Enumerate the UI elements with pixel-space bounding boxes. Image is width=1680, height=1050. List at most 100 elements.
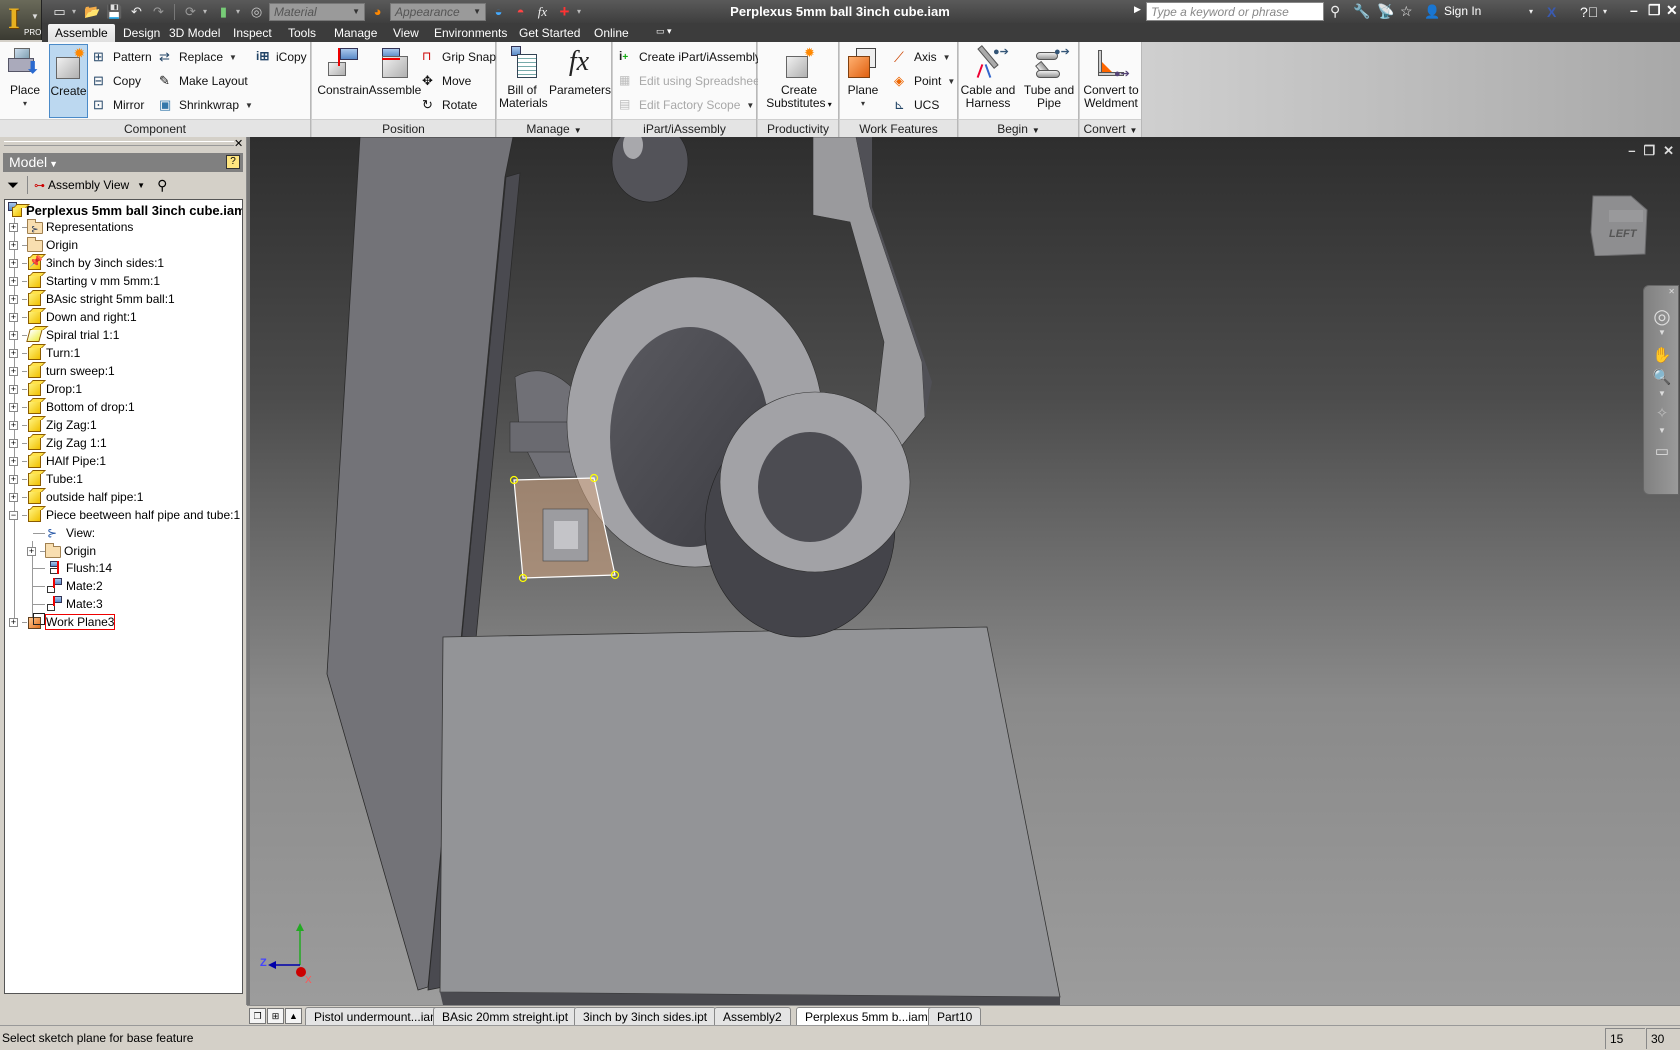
browser-close-icon[interactable]: ✕: [234, 137, 243, 150]
expand-icon[interactable]: +: [9, 258, 18, 268]
tab-environments[interactable]: Environments: [427, 24, 514, 42]
tree-item[interactable]: + Zig Zag 1:1: [9, 434, 107, 452]
tree-item[interactable]: + turn sweep:1: [9, 362, 115, 380]
tile-windows-icon[interactable]: ⊞: [267, 1008, 284, 1024]
document-tab[interactable]: Perplexus 5mm b...iam⊠: [796, 1007, 950, 1027]
expand-icon[interactable]: +: [9, 402, 18, 412]
create-button[interactable]: ✹ Create: [49, 44, 88, 118]
grip-snap-button[interactable]: ⊓ Grip Snap: [422, 47, 496, 67]
zoom-icon[interactable]: 🔍: [1652, 368, 1672, 388]
tree-item[interactable]: + Tube:1: [9, 470, 83, 488]
tree-item[interactable]: + ⊱ Representations: [9, 218, 133, 236]
edit-spreadsheet-button[interactable]: ▦ Edit using Spreadsheet: [619, 71, 763, 91]
parameters-fx-icon[interactable]: fx: [533, 3, 552, 21]
tree-item[interactable]: + Origin: [9, 236, 78, 254]
tab-design[interactable]: Design: [116, 24, 167, 42]
filter-icon[interactable]: ⏷: [7, 177, 19, 194]
edit-factory-scope-button[interactable]: ▤ Edit Factory Scope ▼: [619, 95, 754, 115]
expand-icon[interactable]: +: [9, 222, 18, 232]
tree-child-view[interactable]: ⊱ View:: [47, 524, 95, 542]
create-ipart-button[interactable]: i+ Create iPart/iAssembly: [619, 47, 761, 67]
expand-search-icon[interactable]: ▶: [1134, 4, 1141, 15]
expand-icon[interactable]: +: [9, 384, 18, 394]
appearance-combo[interactable]: Appearance ▼: [390, 2, 486, 21]
model-browser-header[interactable]: Model ▼ ?: [3, 153, 243, 172]
expand-icon[interactable]: +: [9, 617, 18, 627]
panel-manage-title[interactable]: Manage ▼: [497, 119, 611, 137]
open-documents-menu-icon[interactable]: ▲: [285, 1008, 302, 1024]
subscription-key-icon[interactable]: 🔧: [1353, 2, 1370, 21]
tab-assemble[interactable]: Assemble: [48, 24, 115, 42]
expand-icon[interactable]: +: [9, 420, 18, 430]
redo-icon[interactable]: ↷: [149, 3, 168, 21]
copy-button[interactable]: ⊟ Copy: [93, 71, 141, 91]
find-binoculars-icon[interactable]: ⚲: [157, 177, 167, 194]
shrinkwrap-button[interactable]: ▣ Shrinkwrap ▼: [159, 95, 253, 115]
material-icon[interactable]: ◎: [247, 3, 266, 21]
move-button[interactable]: ✥ Move: [422, 71, 471, 91]
tab-manage[interactable]: Manage: [327, 24, 384, 42]
expand-icon[interactable]: +: [9, 348, 18, 358]
viewport-restore-icon[interactable]: ❐: [1643, 143, 1655, 159]
parameters-button[interactable]: fx Parameters: [549, 44, 611, 118]
expand-icon[interactable]: +: [9, 474, 18, 484]
tree-item[interactable]: + Bottom of drop:1: [9, 398, 135, 416]
tree-child-mate-2[interactable]: Mate:2: [47, 577, 103, 595]
document-tab[interactable]: 3inch by 3inch sides.ipt: [574, 1007, 717, 1026]
viewport-close-icon[interactable]: ✕: [1663, 143, 1674, 159]
tree-item-work-plane3[interactable]: + Work Plane3: [9, 613, 116, 631]
tree-item[interactable]: + HAlf Pipe:1: [9, 452, 106, 470]
communication-center-icon[interactable]: 📡: [1377, 2, 1394, 21]
restore-icon[interactable]: ❐: [1648, 2, 1661, 19]
expand-icon[interactable]: +: [9, 240, 18, 250]
tree-item[interactable]: + Zig Zag:1: [9, 416, 97, 434]
new-file-icon[interactable]: ▭: [50, 3, 69, 21]
collapse-icon[interactable]: −: [9, 510, 18, 520]
minimize-icon[interactable]: –: [1630, 2, 1638, 18]
close-icon[interactable]: ✕: [1666, 2, 1678, 19]
navbar-close-icon[interactable]: ✕: [1668, 287, 1675, 296]
mirror-button[interactable]: ⊡ Mirror: [93, 95, 144, 115]
tree-item[interactable]: + BAsic stright 5mm ball:1: [9, 290, 175, 308]
expand-icon[interactable]: +: [9, 312, 18, 322]
tab-inspect[interactable]: Inspect: [226, 24, 279, 42]
update-icon[interactable]: ⟳: [181, 3, 200, 21]
viewport-minimize-icon[interactable]: –: [1628, 143, 1635, 159]
steering-wheel-icon[interactable]: ◎: [1652, 304, 1672, 328]
adjust-appearance-icon[interactable]: ◒: [489, 3, 508, 21]
place-button[interactable]: ⬇ Place ▾: [6, 44, 44, 118]
sign-in-dropdown[interactable]: ▾: [1529, 2, 1533, 21]
select-icon[interactable]: ▮: [214, 3, 233, 21]
tree-root[interactable]: Perplexus 5mm ball 3inch cube.iam: [7, 201, 242, 219]
exchange-apps-icon[interactable]: X: [1547, 2, 1556, 21]
tree-item[interactable]: + outside half pipe:1: [9, 488, 143, 506]
constrain-button[interactable]: Constrain: [315, 44, 371, 118]
tab-tools[interactable]: Tools: [281, 24, 323, 42]
cable-harness-button[interactable]: ●➔ Cable and Harness: [959, 44, 1017, 118]
chevron-down-icon[interactable]: ▼: [1652, 328, 1672, 348]
pattern-button[interactable]: ⊞ Pattern: [93, 47, 152, 67]
cascade-windows-icon[interactable]: ❐: [249, 1008, 266, 1024]
make-layout-button[interactable]: ✎ Make Layout: [159, 71, 248, 91]
binoculars-search-icon[interactable]: ⚲: [1330, 2, 1340, 21]
chevron-down-icon[interactable]: ▼: [137, 181, 145, 190]
update-dropdown[interactable]: ▾: [203, 7, 211, 16]
tree-item[interactable]: + Drop:1: [9, 380, 82, 398]
point-button[interactable]: ◈ Point ▼: [894, 71, 955, 91]
expand-icon[interactable]: +: [9, 456, 18, 466]
browser-drag-handle[interactable]: [4, 141, 234, 146]
tree-item[interactable]: + 📌 3inch by 3inch sides:1: [9, 254, 164, 272]
icopy-button[interactable]: i⊞ iCopy: [256, 47, 307, 67]
expand-icon[interactable]: +: [9, 492, 18, 502]
new-dropdown[interactable]: ▾: [72, 7, 80, 16]
expand-icon[interactable]: +: [27, 546, 36, 556]
tree-item[interactable]: + Down and right:1: [9, 308, 137, 326]
material-combo[interactable]: Material ▼: [269, 2, 365, 21]
pan-hand-icon[interactable]: ✋: [1652, 346, 1672, 366]
tab-view[interactable]: View: [386, 24, 426, 42]
save-icon[interactable]: 💾: [105, 3, 124, 21]
bill-of-materials-button[interactable]: Bill of Materials: [499, 44, 548, 118]
appearance-icon[interactable]: ◕: [368, 3, 387, 21]
rotate-button[interactable]: ↻ Rotate: [422, 95, 477, 115]
tree-item[interactable]: + Spiral trial 1:1: [9, 326, 119, 344]
